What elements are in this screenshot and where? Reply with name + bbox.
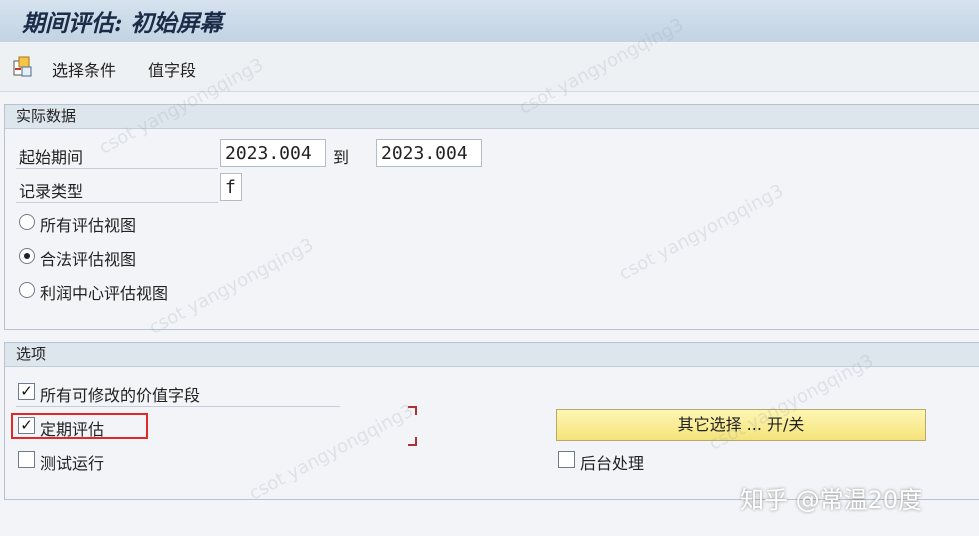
to-label: 到: [333, 148, 350, 167]
period-from-field[interactable]: 2023.004: [220, 139, 326, 167]
attribution-watermark: 知乎 @常温20度: [740, 486, 923, 514]
background-processing-checkbox[interactable]: [558, 451, 575, 468]
background-processing-label: 后台处理: [580, 454, 645, 473]
record-type-label: 记录类型: [19, 182, 84, 201]
test-run-label: 测试运行: [40, 454, 105, 473]
selection-criteria-icon[interactable]: [11, 55, 35, 79]
all-value-fields-label: 所有可修改的价值字段: [40, 386, 201, 405]
legal-view-label: 合法评估视图: [40, 250, 137, 269]
application-toolbar: 选择条件 值字段: [0, 43, 979, 92]
label-underline: [16, 202, 218, 203]
legal-view-radio[interactable]: [19, 248, 35, 264]
label-underline: [16, 168, 218, 169]
all-value-fields-checkbox[interactable]: ✓: [18, 383, 35, 400]
profit-center-view-radio[interactable]: [19, 282, 35, 298]
value-fields-button[interactable]: 值字段: [148, 57, 196, 81]
selection-criteria-button[interactable]: 选择条件: [52, 57, 116, 81]
period-start-label: 起始期间: [19, 148, 84, 167]
highlight-box: [11, 413, 148, 439]
options-header: 选项: [5, 343, 979, 367]
all-views-radio[interactable]: [19, 214, 35, 230]
focus-bracket-bottom: [408, 437, 417, 446]
page-title: 期间评估: 初始屏幕: [22, 10, 223, 37]
profit-center-view-label: 利润中心评估视图: [40, 284, 169, 303]
test-run-checkbox[interactable]: [18, 451, 35, 468]
record-type-field[interactable]: f: [220, 173, 242, 201]
period-to-field[interactable]: 2023.004: [376, 139, 482, 167]
title-bar: 期间评估: 初始屏幕: [0, 0, 979, 42]
label-underline: [16, 406, 340, 407]
all-views-label: 所有评估视图: [40, 216, 137, 235]
